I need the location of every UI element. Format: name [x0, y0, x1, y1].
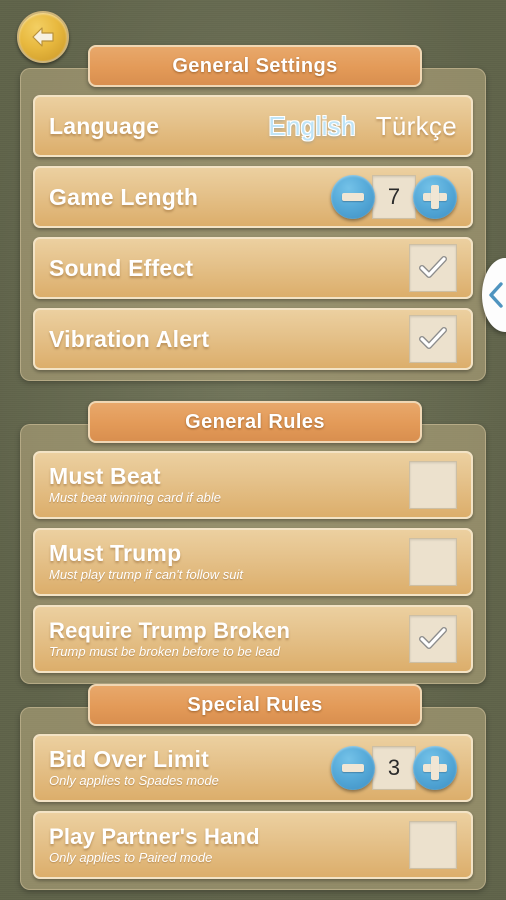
row-title: Bid Over Limit [49, 746, 209, 773]
stepper-bid-over-limit: 3 [331, 746, 457, 790]
row-subtitle: Must beat winning card if able [49, 490, 221, 506]
row-subtitle: Must play trump if can't follow suit [49, 567, 243, 583]
section-title: General Settings [172, 54, 338, 77]
row-title: Language [49, 112, 160, 139]
plus-icon [423, 756, 447, 780]
checkbox-must-trump[interactable] [409, 538, 457, 586]
row-label-group: Language [49, 114, 268, 138]
language-option-english[interactable]: English [268, 111, 355, 142]
checkbox-require-trump-broken[interactable] [409, 615, 457, 663]
panel-general-rules: Must Beat Must beat winning card if able… [20, 424, 486, 684]
stepper-game-length: 7 [331, 175, 457, 219]
row-sound-effect: Sound Effect [33, 237, 473, 299]
checkbox-play-partners-hand[interactable] [409, 821, 457, 869]
increment-button[interactable] [413, 746, 457, 790]
arrow-left-icon [30, 25, 56, 49]
minus-icon [342, 193, 364, 201]
section-header-special-rules: Special Rules [88, 684, 422, 726]
row-bid-over-limit: Bid Over Limit Only applies to Spades mo… [33, 734, 473, 802]
checkbox-must-beat[interactable] [409, 461, 457, 509]
row-language: Language English Türkçe [33, 95, 473, 157]
row-title: Game Length [49, 183, 199, 210]
row-title: Must Trump [49, 540, 182, 567]
row-title: Require Trump Broken [49, 617, 291, 643]
row-play-partners-hand: Play Partner's Hand Only applies to Pair… [33, 811, 473, 879]
row-subtitle: Only applies to Spades mode [49, 773, 219, 789]
minus-icon [342, 764, 364, 772]
row-label-group: Must Trump Must play trump if can't foll… [49, 541, 409, 583]
row-must-trump: Must Trump Must play trump if can't foll… [33, 528, 473, 596]
row-label-group: Bid Over Limit Only applies to Spades mo… [49, 747, 331, 789]
checkbox-sound-effect[interactable] [409, 244, 457, 292]
row-require-trump-broken: Require Trump Broken Trump must be broke… [33, 605, 473, 673]
plus-icon [423, 185, 447, 209]
chevron-left-icon [487, 281, 505, 309]
stepper-value: 7 [372, 175, 416, 219]
row-label-group: Require Trump Broken Trump must be broke… [49, 619, 409, 660]
row-label-group: Game Length [49, 185, 331, 209]
check-icon [418, 626, 448, 652]
panel-special-rules: Bid Over Limit Only applies to Spades mo… [20, 707, 486, 890]
row-label-group: Vibration Alert [49, 327, 409, 351]
stepper-value: 3 [372, 746, 416, 790]
check-icon [418, 326, 448, 352]
back-button[interactable] [17, 11, 69, 63]
check-icon [418, 255, 448, 281]
row-subtitle: Trump must be broken before to be lead [49, 643, 280, 659]
row-subtitle: Only applies to Paired mode [49, 849, 213, 865]
checkbox-vibration-alert[interactable] [409, 315, 457, 363]
row-title: Play Partner's Hand [49, 823, 260, 849]
section-title: Special Rules [187, 693, 323, 716]
section-header-general-settings: General Settings [88, 45, 422, 87]
language-options: English Türkçe [268, 111, 457, 142]
section-title: General Rules [185, 410, 325, 433]
row-label-group: Must Beat Must beat winning card if able [49, 464, 409, 506]
decrement-button[interactable] [331, 175, 375, 219]
row-label-group: Sound Effect [49, 256, 409, 280]
decrement-button[interactable] [331, 746, 375, 790]
panel-general-settings: Language English Türkçe Game Length 7 So… [20, 68, 486, 381]
row-must-beat: Must Beat Must beat winning card if able [33, 451, 473, 519]
row-game-length: Game Length 7 [33, 166, 473, 228]
section-header-general-rules: General Rules [88, 401, 422, 443]
increment-button[interactable] [413, 175, 457, 219]
row-title: Vibration Alert [49, 325, 210, 352]
row-title: Sound Effect [49, 254, 194, 281]
row-vibration-alert: Vibration Alert [33, 308, 473, 370]
row-title: Must Beat [49, 463, 161, 490]
row-label-group: Play Partner's Hand Only applies to Pair… [49, 825, 409, 866]
language-option-turkce[interactable]: Türkçe [376, 111, 457, 142]
